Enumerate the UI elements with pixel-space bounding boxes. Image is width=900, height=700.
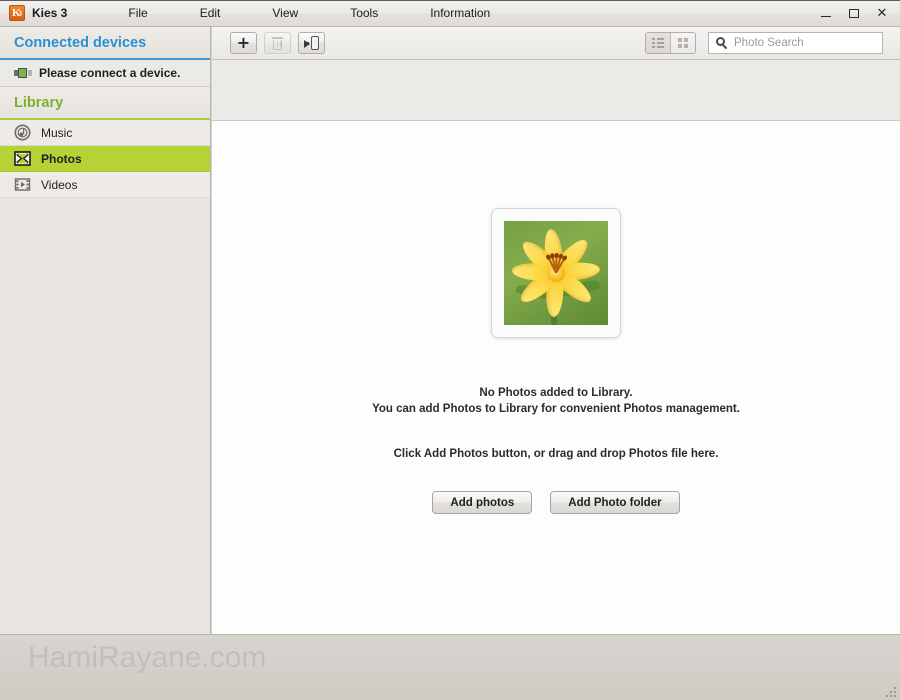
music-disc-icon bbox=[14, 124, 31, 141]
empty-state: No Photos added to Library. You can add … bbox=[212, 121, 900, 667]
resize-grip-icon[interactable] bbox=[883, 684, 896, 697]
kies-app-icon: K3 bbox=[9, 5, 25, 21]
maximize-button[interactable] bbox=[840, 4, 868, 24]
list-view-button[interactable] bbox=[646, 33, 670, 53]
menu-bar: File Edit View Tools Information bbox=[119, 3, 900, 23]
sidebar-item-label: Music bbox=[41, 125, 73, 140]
sidebar-section-library: Library bbox=[0, 87, 210, 120]
menu-item-tools[interactable]: Tools bbox=[341, 3, 387, 23]
close-button[interactable]: ✕ bbox=[868, 4, 896, 24]
close-icon: ✕ bbox=[876, 6, 888, 21]
photo-placeholder-thumbnail bbox=[491, 208, 621, 338]
empty-state-text: No Photos added to Library. You can add … bbox=[372, 385, 740, 462]
trash-icon bbox=[272, 36, 283, 50]
sidebar: Connected devices Please connect a devic… bbox=[0, 27, 211, 634]
search-box[interactable] bbox=[708, 32, 883, 54]
sidebar-item-videos[interactable]: Videos bbox=[0, 172, 210, 198]
menu-item-information[interactable]: Information bbox=[421, 3, 499, 23]
send-to-device-button[interactable] bbox=[298, 32, 325, 54]
empty-state-line-2: You can add Photos to Library for conven… bbox=[372, 403, 740, 415]
grid-view-icon bbox=[677, 37, 689, 49]
title-bar: K3 Kies 3 File Edit View Tools Informati… bbox=[0, 0, 900, 27]
empty-state-line-1: No Photos added to Library. bbox=[479, 387, 633, 399]
menu-item-edit[interactable]: Edit bbox=[191, 3, 230, 23]
toolbar: + bbox=[212, 27, 900, 60]
empty-state-actions: Add photos Add Photo folder bbox=[432, 491, 680, 514]
usb-connector-icon bbox=[14, 68, 32, 78]
send-to-device-icon bbox=[304, 36, 319, 50]
view-mode-toggle bbox=[645, 32, 696, 54]
sidebar-item-label: Photos bbox=[41, 151, 82, 166]
minimize-icon bbox=[821, 16, 831, 17]
sidebar-item-music[interactable]: Music bbox=[0, 120, 210, 146]
app-title: Kies 3 bbox=[32, 6, 68, 20]
photos-list-surface: No Photos added to Library. You can add … bbox=[212, 120, 900, 666]
photos-panel: No Photos added to Library. You can add … bbox=[212, 60, 900, 666]
delete-button[interactable] bbox=[264, 32, 291, 54]
window-controls: ✕ bbox=[812, 0, 896, 27]
film-strip-icon bbox=[14, 176, 31, 193]
list-view-icon bbox=[652, 38, 664, 48]
add-icon: + bbox=[236, 33, 251, 52]
empty-state-line-3: Click Add Photos button, or drag and dro… bbox=[393, 448, 719, 460]
sidebar-item-label: Videos bbox=[41, 177, 78, 192]
connect-device-message: Please connect a device. bbox=[39, 66, 181, 80]
sidebar-item-connect-device[interactable]: Please connect a device. bbox=[0, 60, 210, 87]
search-icon bbox=[716, 37, 728, 50]
grid-view-button[interactable] bbox=[670, 33, 695, 53]
photos-icon bbox=[14, 150, 31, 167]
add-button[interactable]: + bbox=[230, 32, 257, 54]
add-photos-button[interactable]: Add photos bbox=[432, 491, 533, 514]
sidebar-item-photos[interactable]: Photos bbox=[0, 146, 210, 172]
kies-application-window: K3 Kies 3 File Edit View Tools Informati… bbox=[0, 0, 900, 700]
status-bar: HamiRayane.com bbox=[0, 634, 900, 700]
add-photo-folder-button[interactable]: Add Photo folder bbox=[550, 491, 680, 514]
maximize-icon bbox=[849, 9, 859, 18]
watermark: HamiRayane.com bbox=[28, 641, 267, 674]
content-area: + Photo Search No Photos added to Librar… bbox=[212, 27, 900, 666]
menu-item-file[interactable]: File bbox=[119, 3, 156, 23]
lily-flower-image bbox=[504, 221, 608, 325]
menu-item-view[interactable]: View bbox=[263, 3, 307, 23]
search-input[interactable] bbox=[734, 37, 874, 49]
sidebar-section-connected-devices: Connected devices bbox=[0, 27, 210, 60]
minimize-button[interactable] bbox=[812, 4, 840, 24]
